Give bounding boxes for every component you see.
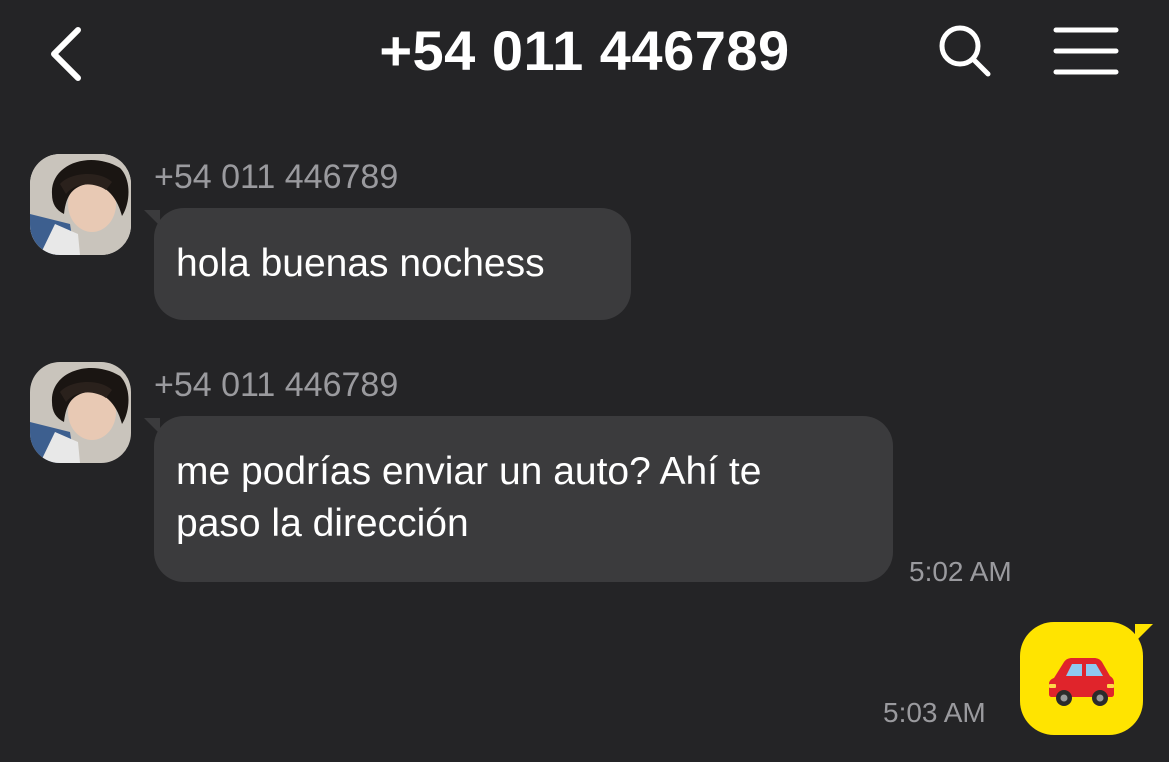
message-timestamp: 5:03 AM [883, 697, 986, 728]
message-text-line-2: paso la dirección [176, 502, 469, 545]
search-icon [939, 25, 991, 77]
message-timestamp: 5:02 AM [909, 556, 1012, 587]
avatar-image [30, 362, 131, 463]
avatar[interactable] [30, 154, 131, 255]
search-button[interactable] [934, 22, 998, 82]
message-text: hola buenas nochess [176, 242, 545, 285]
avatar[interactable] [30, 362, 131, 463]
red-car-icon [1049, 658, 1114, 706]
sender-name: +54 011 446789 [154, 158, 399, 196]
menu-button[interactable] [1052, 24, 1120, 80]
message-text-line-1: me podrías enviar un auto? Ahí te [176, 450, 762, 493]
outgoing-message-bubble[interactable] [1020, 622, 1153, 735]
hamburger-menu-icon [1053, 27, 1119, 75]
avatar-image [30, 154, 131, 255]
incoming-message-bubble[interactable]: me podrías enviar un auto? Ahí te paso l… [144, 416, 893, 582]
sender-name: +54 011 446789 [154, 366, 399, 404]
incoming-message-bubble[interactable]: hola buenas nochess [144, 208, 631, 320]
chat-header: +54 011 446789 [0, 0, 1169, 110]
